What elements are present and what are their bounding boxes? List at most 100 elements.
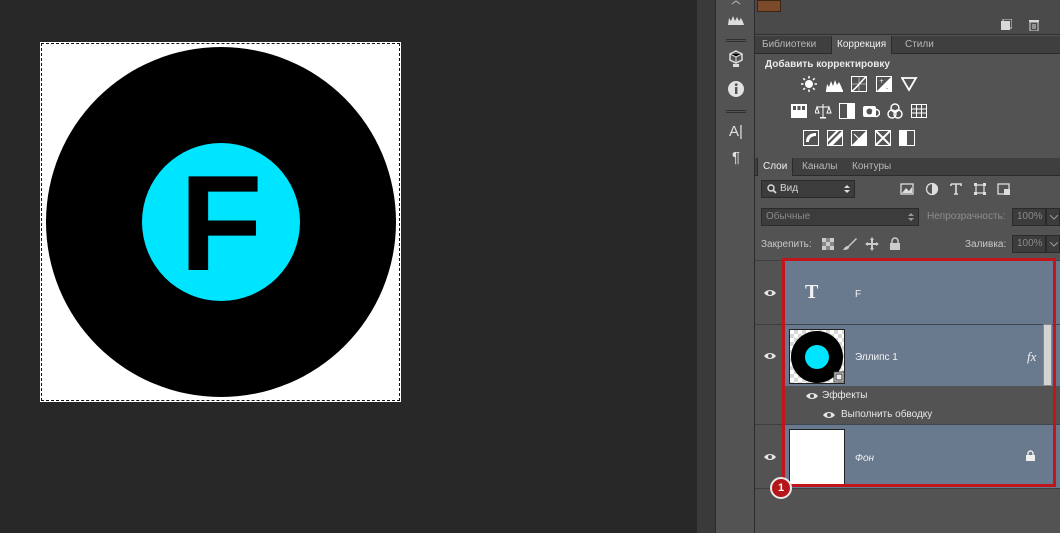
tab-channels[interactable]: Каналы: [797, 158, 843, 176]
photo-filter-icon[interactable]: [863, 103, 880, 119]
visibility-toggle[interactable]: [755, 260, 785, 324]
previous-panel-footer: [755, 0, 1060, 35]
filter-smart-object-icon[interactable]: [997, 182, 1011, 196]
fill-input[interactable]: 100%: [1012, 235, 1046, 253]
filter-adjustment-icon[interactable]: [925, 182, 939, 196]
fx-icon[interactable]: fx: [1027, 349, 1036, 365]
ellipse-thumbnail-art: [791, 331, 845, 383]
layers-tabbar: Слои Каналы Контуры: [755, 158, 1060, 176]
cube-info-icon[interactable]: [724, 49, 748, 69]
adjustments-panel: Добавить корректировку + -: [755, 54, 1060, 158]
layer-name-background[interactable]: Фон: [855, 453, 874, 464]
color-lookup-icon[interactable]: [911, 103, 928, 119]
filter-shape-icon[interactable]: [973, 182, 987, 196]
hue-saturation-icon[interactable]: [791, 103, 808, 119]
svg-text:-: -: [886, 85, 888, 92]
annotation-badge: 1: [770, 477, 792, 499]
channel-mixer-icon[interactable]: [887, 103, 904, 119]
logo-artwork: F: [46, 47, 396, 397]
swatch-thumbnail: [757, 0, 781, 12]
updown-arrows-icon: [844, 185, 850, 193]
layer-row-background[interactable]: Фон: [785, 424, 1060, 488]
invert-icon[interactable]: [803, 130, 820, 146]
layers-panel: Вид Обычные Непрозрачность: 100% Закрепи…: [755, 176, 1060, 533]
lock-image-pixels-icon[interactable]: [842, 237, 858, 251]
adjustments-title: Добавить корректировку: [765, 59, 890, 70]
tab-libraries[interactable]: Библиотеки: [757, 36, 821, 54]
svg-text:+: +: [879, 78, 884, 85]
new-layer-icon[interactable]: [1000, 19, 1012, 31]
visibility-toggle[interactable]: [755, 324, 785, 386]
canvas-area[interactable]: F: [0, 0, 697, 533]
text-layer-icon: T: [805, 281, 819, 303]
tab-adjustments[interactable]: Коррекция: [831, 36, 893, 54]
posterize-icon[interactable]: [827, 130, 844, 146]
paragraph-icon[interactable]: ¶: [724, 147, 748, 167]
gradient-map-icon[interactable]: [899, 130, 916, 146]
filter-type-icon[interactable]: [949, 182, 963, 196]
effects-label: Эффекты: [822, 390, 868, 401]
search-icon: [767, 184, 777, 194]
collapsed-panel-strip: A| ¶: [715, 0, 755, 533]
opacity-input[interactable]: 100%: [1012, 208, 1046, 226]
fill-label: Заливка:: [965, 239, 1007, 250]
blend-mode-value: Обычные: [766, 211, 811, 222]
lock-position-icon[interactable]: [865, 237, 879, 251]
tab-layers[interactable]: Слои: [757, 158, 794, 176]
opacity-dropdown[interactable]: [1046, 208, 1060, 226]
effect-stroke-label: Выполнить обводку: [841, 409, 933, 420]
black-white-icon[interactable]: [839, 103, 856, 119]
swatches-icon[interactable]: [724, 10, 748, 30]
layer-filter-label: Вид: [780, 183, 799, 194]
lock-label: Закрепить:: [761, 239, 812, 250]
tab-paths[interactable]: Контуры: [847, 158, 896, 176]
layer-name-f[interactable]: F: [855, 289, 861, 300]
layer-row-text[interactable]: T F: [785, 260, 1060, 324]
collapse-arrow-icon[interactable]: [724, 0, 748, 6]
curves-icon[interactable]: [851, 76, 868, 92]
updown-arrows-icon: [908, 213, 914, 221]
chevron-down-icon: [1050, 242, 1058, 247]
layer-thumbnail: [789, 329, 845, 384]
layer-filter-select[interactable]: Вид: [761, 180, 855, 198]
layers-empty-area: [755, 488, 1060, 533]
lock-all-icon[interactable]: [889, 237, 901, 250]
panel-grip[interactable]: [726, 110, 746, 113]
adjustments-tabbar: Библиотеки Коррекция Стили: [755, 36, 1060, 54]
blend-mode-select[interactable]: Обычные: [761, 208, 919, 226]
fill-dropdown[interactable]: [1046, 235, 1060, 253]
layer-name-ellipse[interactable]: Эллипс 1: [855, 352, 898, 363]
vibrance-icon[interactable]: [901, 76, 918, 92]
exposure-icon[interactable]: +-: [876, 76, 893, 92]
threshold-icon[interactable]: [851, 130, 868, 146]
right-panel-dock: Библиотеки Коррекция Стили Добавить корр…: [755, 0, 1060, 533]
chevron-down-icon: [1050, 215, 1058, 220]
document-canvas[interactable]: F: [40, 42, 401, 402]
lock-transparent-pixels-icon[interactable]: [822, 238, 834, 250]
eye-icon: [764, 290, 776, 296]
paragraph-glyph: ¶: [731, 148, 741, 166]
effect-item-row[interactable]: Выполнить обводку: [785, 405, 1055, 424]
eye-icon: [806, 393, 818, 399]
panel-grip[interactable]: [726, 39, 746, 42]
photoshop-window: F A| ¶ Библиотеки Коррекция Стили Добави…: [0, 0, 1060, 533]
canvas-scroll-gutter: [697, 0, 715, 533]
character-icon[interactable]: A|: [724, 121, 748, 141]
lock-icon: [1026, 450, 1035, 461]
character-glyph: A|: [729, 122, 743, 140]
color-balance-icon[interactable]: [815, 103, 832, 119]
brightness-icon[interactable]: [801, 76, 818, 92]
layers-scrollbar[interactable]: [1043, 324, 1052, 386]
tab-styles[interactable]: Стили: [900, 36, 939, 54]
effects-row[interactable]: Эффекты: [785, 386, 1055, 405]
info-icon[interactable]: [724, 79, 748, 99]
opacity-label: Непрозрачность:: [927, 211, 1006, 222]
filter-pixel-icon[interactable]: [900, 182, 914, 196]
eye-icon: [823, 412, 835, 418]
levels-icon[interactable]: [826, 76, 843, 92]
selective-color-icon[interactable]: [875, 130, 892, 146]
background-thumbnail: [789, 429, 845, 485]
layer-row-ellipse[interactable]: Эллипс 1 fx: [785, 324, 1060, 386]
trash-icon[interactable]: [1028, 19, 1040, 31]
canvas-letter: F: [179, 147, 262, 299]
